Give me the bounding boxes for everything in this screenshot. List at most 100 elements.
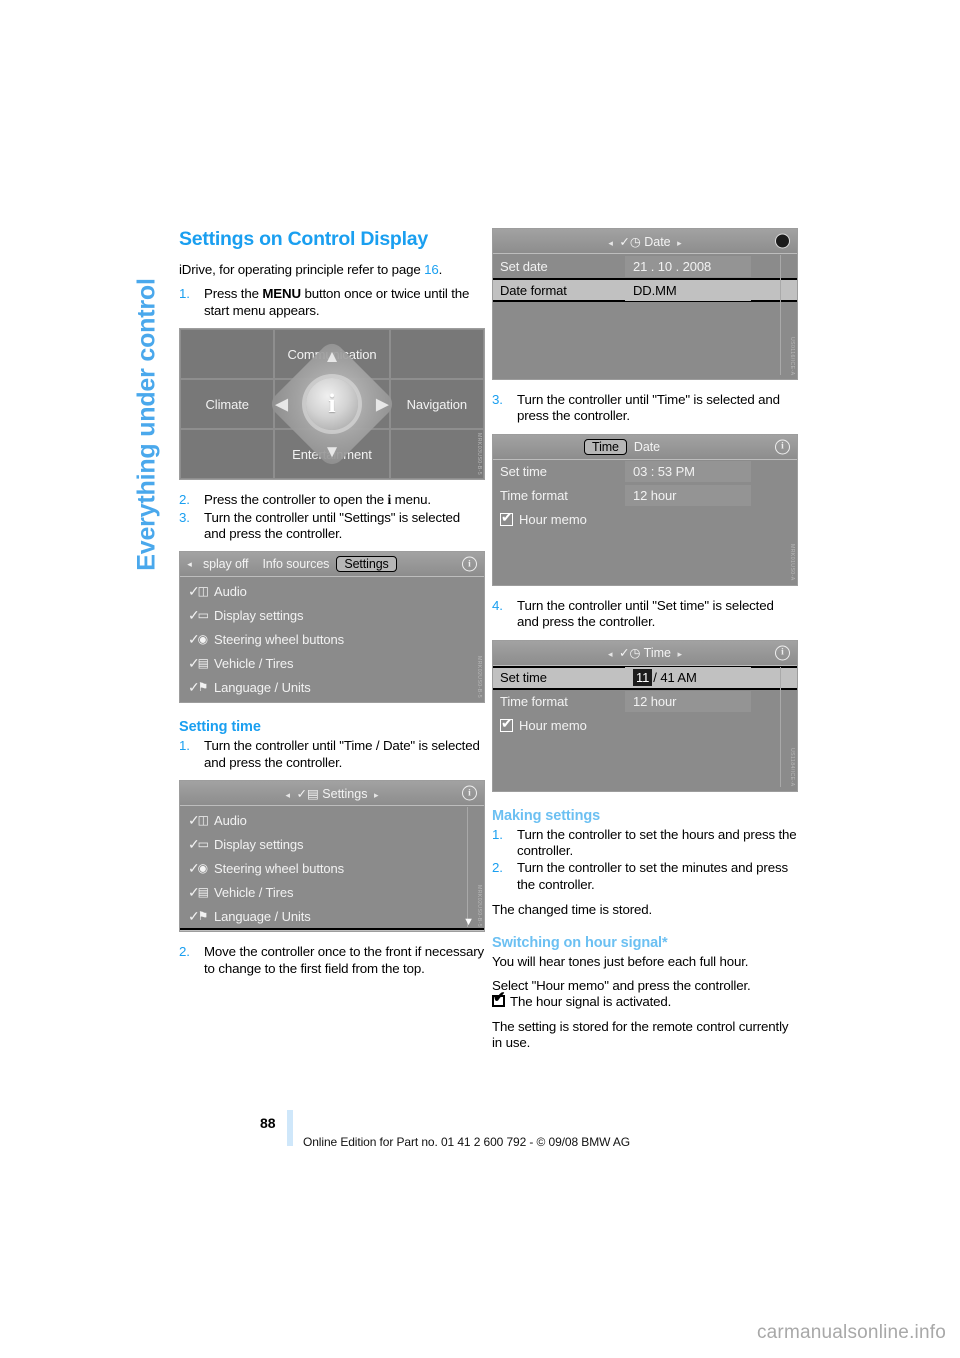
grid-cell-center <box>274 379 390 430</box>
row-label: Time format <box>500 694 568 710</box>
grid-cell-entertainment[interactable]: Entertainment <box>274 429 390 480</box>
grid-cell-navigation[interactable]: Navigation <box>389 379 484 430</box>
header-title: Settings <box>322 786 368 801</box>
check-clock-icon: ✓◷ <box>619 646 641 661</box>
list-item[interactable]: ✓ ◫ Audio <box>180 808 484 832</box>
back-arrow-icon[interactable]: ◂ <box>183 558 196 571</box>
check-clock-icon: ✓◷ <box>619 234 641 249</box>
intro-paragraph: iDrive, for operating principle refer to… <box>179 262 485 278</box>
hour-memo-checkbox[interactable]: Hour memo <box>493 508 797 532</box>
step-item: 1. Turn the controller until "Time / Date… <box>179 738 485 771</box>
tab-time[interactable]: Time <box>584 438 627 455</box>
list-item[interactable]: ✓ ⚑ Language / Units <box>180 675 484 699</box>
hour-field-highlight[interactable]: 11 <box>633 669 653 687</box>
row-value: 03 : 53 PM <box>625 461 751 483</box>
scrollbar[interactable] <box>467 807 468 928</box>
chevron-left-icon[interactable]: ◂ <box>605 649 616 659</box>
hour-memo-checkbox[interactable]: Hour memo <box>493 714 797 738</box>
figure-code: US1184/ICE-A <box>789 748 795 787</box>
grid-cell-communication[interactable]: Communication <box>274 329 390 380</box>
step-list-1: 1. Press the MENU button once or twice un… <box>179 286 485 319</box>
control-display-time-screen: Time Date i Set time 03 : 53 PM Time for… <box>492 433 798 586</box>
checkbox-checked-icon <box>492 990 505 1008</box>
step-number: 4. <box>492 597 503 613</box>
page-reference-link[interactable]: 16 <box>424 262 439 277</box>
step-text-a: Press the controller to open the <box>204 492 388 508</box>
step-item: 1. Press the MENU button once or twice un… <box>179 286 485 319</box>
table-row-selected[interactable]: Set time 11/ 41 AM <box>493 665 797 690</box>
tab-display-off[interactable]: splay off <box>196 556 255 572</box>
section-heading-making-settings: Making settings <box>492 807 601 824</box>
table-row[interactable]: Set time 03 : 53 PM <box>493 460 797 484</box>
settings-tab-bar: ◂ splay off Info sources Settings i <box>180 552 484 578</box>
display-icon: ✓ ▭ <box>188 606 209 623</box>
date-settings-table: Set date 21 . 10 . 2008 Date format DD.M… <box>493 254 797 302</box>
row-value: 11/ 41 AM <box>625 667 751 689</box>
checkbox-icon <box>500 509 513 527</box>
info-knob-icon[interactable]: i <box>772 437 793 456</box>
info-knob-icon[interactable]: i <box>459 784 480 803</box>
info-knob-icon[interactable]: i <box>459 555 480 574</box>
row-label: Date format <box>500 282 567 298</box>
table-row-selected[interactable]: Date format DD.MM <box>493 278 797 302</box>
chevron-right-icon[interactable]: ▸ <box>674 238 685 248</box>
clock-icon: ✓◷ <box>188 932 214 933</box>
chapter-tab: Everything under control <box>112 225 164 645</box>
list-item-label: Vehicle / Tires <box>214 655 294 671</box>
scroll-down-icon[interactable]: ▼ <box>463 916 474 928</box>
info-knob-icon[interactable]: i <box>772 643 793 662</box>
control-display-start-menu: Communication Climate Navigation Enterta… <box>179 328 485 481</box>
list-item[interactable]: ✓◷ Time / Date <box>180 699 484 702</box>
chevron-left-icon[interactable]: ◂ <box>605 238 616 248</box>
grid-cell-climate[interactable]: Climate <box>180 379 275 430</box>
chevron-right-icon[interactable]: ▸ <box>674 649 685 659</box>
step-list-r2: 4. Turn the controller until "Set time" i… <box>492 598 798 631</box>
list-item[interactable]: ✓ ◉ Steering wheel buttons <box>180 627 484 651</box>
step-item: 1. Turn the controller to set the hours a… <box>492 827 798 860</box>
chevron-left-icon[interactable]: ◂ <box>283 790 294 800</box>
checkbox-label: Hour memo <box>519 718 587 734</box>
list-item-label: Audio <box>214 812 247 828</box>
step-number: 2. <box>179 944 190 960</box>
scrollbar[interactable] <box>780 666 781 787</box>
grid-cell-blank <box>180 329 275 380</box>
page-title: Settings on Control Display <box>179 228 428 250</box>
tab-date[interactable]: Date <box>627 439 667 455</box>
settings-item-list: ✓ ◫ Audio ✓ ▭ Display settings ✓ ◉ Steering… <box>180 577 484 702</box>
table-row[interactable]: Set date 21 . 10 . 2008 <box>493 254 797 278</box>
list-item[interactable]: ✓ ▭ Display settings <box>180 603 484 627</box>
changed-time-note: The changed time is stored. <box>492 902 653 918</box>
step-text-b: menu. <box>391 492 431 508</box>
tab-settings[interactable]: Settings <box>336 556 397 573</box>
list-item[interactable]: ✓ ⚑ Language / Units <box>180 904 484 928</box>
list-item[interactable]: ✓ ◫ Audio <box>180 579 484 603</box>
list-item[interactable]: ✓ ▭ Display settings <box>180 832 484 856</box>
checkbox-label: Hour memo <box>519 512 587 528</box>
display-icon: ✓ ▭ <box>188 835 209 852</box>
figure-code: MRK02US0-B-5 <box>476 885 482 928</box>
list-item-label: Audio <box>214 583 247 599</box>
list-item-label: Steering wheel buttons <box>214 631 345 647</box>
vehicle-icon: ✓ ▤ <box>188 654 209 671</box>
tab-info-sources[interactable]: Info sources <box>255 556 336 572</box>
scrollbar[interactable] <box>780 255 781 375</box>
row-value: 12 hour <box>625 691 751 713</box>
controller-knob-icon[interactable] <box>772 232 793 251</box>
list-item[interactable]: ✓ ▤ Vehicle / Tires <box>180 880 484 904</box>
step-list-r1: 3. Turn the controller until "Time" is se… <box>492 392 798 425</box>
list-item[interactable]: ✓ ▤ Vehicle / Tires <box>180 651 484 675</box>
settings-item-list: ✓ ◫ Audio ✓ ▭ Display settings ✓ ◉ Steering… <box>180 806 484 932</box>
flag-icon: ✓ ⚑ <box>188 907 209 924</box>
table-row[interactable]: Time format 12 hour <box>493 690 797 714</box>
header-title-group: ◂ ✓◷ Time ▸ <box>493 645 797 660</box>
chevron-right-icon[interactable]: ▸ <box>371 790 382 800</box>
step-item: 2. Move the controller once to the front … <box>179 944 485 977</box>
step-text: Turn the controller to set the hours and… <box>517 826 797 859</box>
table-row[interactable]: Time format 12 hour <box>493 484 797 508</box>
figure-code: MRK02US0-B-5 <box>476 656 482 699</box>
list-item-selected[interactable]: ✓◷ Time / Date <box>180 928 484 932</box>
step-item: 4. Turn the controller until "Set time" i… <box>492 598 798 631</box>
list-item[interactable]: ✓ ◉ Steering wheel buttons <box>180 856 484 880</box>
manual-page: Everything under control Settings on Con… <box>0 0 960 1358</box>
step-text: Turn the controller until "Settings" is … <box>204 509 460 542</box>
